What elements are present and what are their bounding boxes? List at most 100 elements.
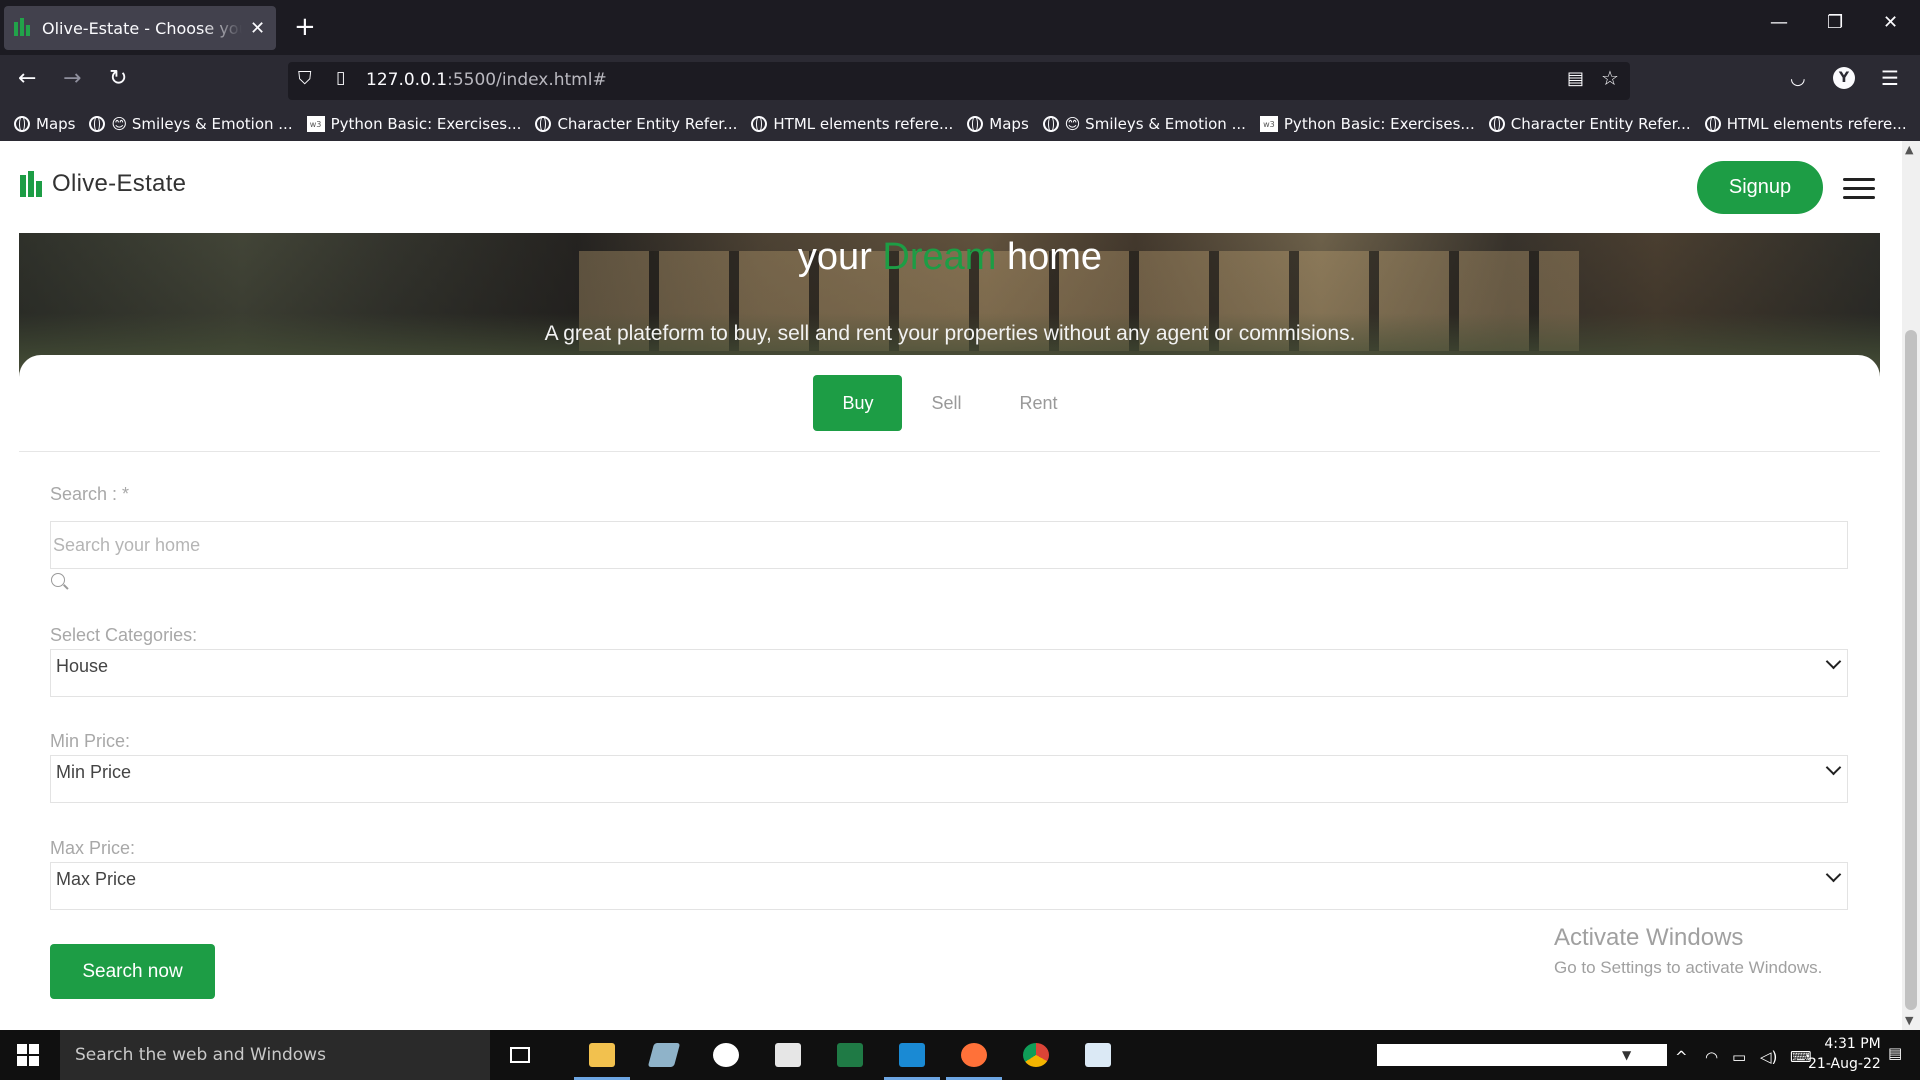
pocket-icon[interactable]: ◡ <box>1790 68 1806 89</box>
min-price-label: Min Price: <box>50 731 131 751</box>
bookmark-label: HTML elements refere... <box>773 115 954 133</box>
browser-tab-bar <box>0 0 1920 55</box>
bookmark-item[interactable]: HTML elements refere... <box>1704 115 1907 133</box>
chevron-down-icon <box>1825 759 1842 776</box>
new-tab-button[interactable]: + <box>294 12 316 42</box>
app-icon[interactable] <box>644 1038 684 1072</box>
globe-icon <box>967 116 984 132</box>
w3schools-icon: w3 <box>306 116 325 132</box>
vscode-icon[interactable] <box>884 1038 940 1080</box>
file-explorer-icon[interactable] <box>574 1038 630 1080</box>
hamburger-menu-icon[interactable] <box>1843 178 1875 205</box>
windows-start-icon[interactable] <box>17 1044 39 1066</box>
category-select[interactable]: House <box>50 649 1848 697</box>
chevron-down-icon[interactable]: ▼ <box>1622 1048 1631 1062</box>
max-price-select[interactable]: Max Price <box>50 862 1848 910</box>
globe-icon <box>89 116 106 132</box>
restore-icon[interactable]: ❐ <box>1827 12 1843 33</box>
bookmark-label: Python Basic: Exercises... <box>330 115 522 133</box>
browser-tab[interactable]: Olive-Estate - Choose your dream home ✕ <box>4 6 276 50</box>
bookmark-item[interactable]: Character Entity Refer... <box>535 115 737 133</box>
search-icon[interactable] <box>51 573 65 587</box>
transaction-tabs: Buy Sell Rent <box>0 375 1900 431</box>
bookmark-item[interactable]: 😊 Smileys & Emotion ... <box>1042 115 1246 133</box>
search-field-wrapper <box>50 521 1848 569</box>
chevron-down-icon <box>1825 866 1842 883</box>
hero-subtitle: A great plateform to buy, sell and rent … <box>544 322 1356 345</box>
signup-button[interactable]: Signup <box>1697 161 1823 214</box>
bookmark-item[interactable]: 😊 Smileys & Emotion ... <box>89 115 293 133</box>
tab-sell[interactable]: Sell <box>902 375 990 431</box>
bookmark-label: 😊 Smileys & Emotion ... <box>1064 115 1246 133</box>
bookmark-label: Maps <box>36 115 76 133</box>
tab-rent[interactable]: Rent <box>991 375 1087 431</box>
page-icon: ▯ <box>336 68 346 88</box>
battery-icon[interactable]: ▭ <box>1732 1048 1746 1066</box>
tab-close-icon[interactable]: ✕ <box>250 18 265 39</box>
chrome-icon[interactable] <box>1016 1038 1056 1072</box>
globe-icon <box>1488 116 1505 132</box>
hero-title: your Dream home <box>797 236 1103 278</box>
menu-icon[interactable]: ☰ <box>1881 66 1899 90</box>
site-logo[interactable]: Olive-Estate <box>20 170 186 198</box>
wifi-icon[interactable]: ◠ <box>1705 1048 1718 1066</box>
search-label: Search : * <box>50 484 130 504</box>
app-icon[interactable] <box>1078 1038 1118 1072</box>
globe-icon <box>14 116 30 132</box>
min-price-select-value: Min Price <box>56 762 132 782</box>
minimize-icon[interactable]: — <box>1770 12 1788 33</box>
profile-avatar[interactable]: Y <box>1833 67 1855 89</box>
w3schools-icon: w3 <box>1259 116 1278 132</box>
shield-icon[interactable]: ⛉ <box>298 68 312 89</box>
clock-time: 4:31 PM <box>1824 1036 1881 1052</box>
bookmark-item[interactable]: Character Entity Refer... <box>1488 115 1691 133</box>
category-label: Select Categories: <box>50 625 198 645</box>
bookmarks-toolbar: Maps 😊 Smileys & Emotion ... w3 Python Basi… <box>0 107 1920 141</box>
back-icon[interactable]: ← <box>18 66 36 91</box>
max-price-label: Max Price: <box>50 838 136 858</box>
bookmark-star-icon[interactable]: ☆ <box>1601 66 1619 90</box>
bookmark-item[interactable]: Maps <box>967 115 1029 133</box>
building-icon <box>20 171 44 197</box>
bookmark-item[interactable]: Maps <box>14 115 75 133</box>
search-now-button[interactable]: Search now <box>50 944 215 999</box>
reload-icon[interactable]: ↻ <box>109 66 127 91</box>
tabs-divider <box>19 451 1880 452</box>
taskbar-clock[interactable]: 4:31 PM 21-Aug-22 <box>1808 1034 1881 1074</box>
url-text[interactable]: 127.0.0.1:5500/index.html# <box>366 70 607 90</box>
chevron-up-icon[interactable]: ^ <box>1675 1048 1688 1066</box>
globe-icon <box>1042 116 1059 132</box>
bookmark-label: Character Entity Refer... <box>1510 115 1691 133</box>
bookmark-item[interactable]: HTML elements refere... <box>751 115 953 133</box>
volume-icon[interactable]: ◁) <box>1760 1048 1777 1066</box>
globe-icon <box>1704 116 1721 132</box>
app-icon[interactable] <box>706 1038 746 1072</box>
clock-date: 21-Aug-22 <box>1808 1056 1881 1072</box>
bookmark-label: 😊 Smileys & Emotion ... <box>111 115 293 133</box>
logo-text: Olive-Estate <box>52 170 187 197</box>
excel-icon[interactable] <box>830 1038 870 1072</box>
refresh-icon[interactable]: ↻ <box>1644 1048 1657 1066</box>
firefox-icon[interactable] <box>946 1038 1002 1080</box>
close-window-icon[interactable]: ✕ <box>1883 12 1898 33</box>
bookmark-label: Maps <box>989 115 1029 133</box>
site-favicon-icon <box>14 18 32 38</box>
scrollbar-thumb[interactable] <box>1905 330 1917 1010</box>
notifications-icon[interactable]: ▤ <box>1888 1044 1902 1062</box>
forward-icon[interactable]: → <box>63 66 81 91</box>
scroll-up-icon[interactable]: ▲ <box>1905 143 1913 156</box>
category-select-value: House <box>56 656 109 676</box>
search-input[interactable] <box>51 522 1847 568</box>
scroll-down-icon[interactable]: ▼ <box>1905 1014 1913 1027</box>
tab-buy[interactable]: Buy <box>813 375 903 431</box>
bookmark-item[interactable]: w3 Python Basic: Exercises... <box>1259 115 1475 133</box>
min-price-select[interactable]: Min Price <box>50 755 1848 803</box>
globe-icon <box>535 116 552 132</box>
reader-view-icon[interactable]: ▤ <box>1567 68 1584 89</box>
chevron-down-icon <box>1825 653 1842 670</box>
globe-icon <box>751 116 768 132</box>
calculator-icon[interactable] <box>768 1038 808 1072</box>
bookmark-item[interactable]: w3 Python Basic: Exercises... <box>306 115 522 133</box>
taskbar-search-box[interactable]: Search the web and Windows <box>60 1030 490 1080</box>
task-view-icon[interactable] <box>500 1038 540 1072</box>
